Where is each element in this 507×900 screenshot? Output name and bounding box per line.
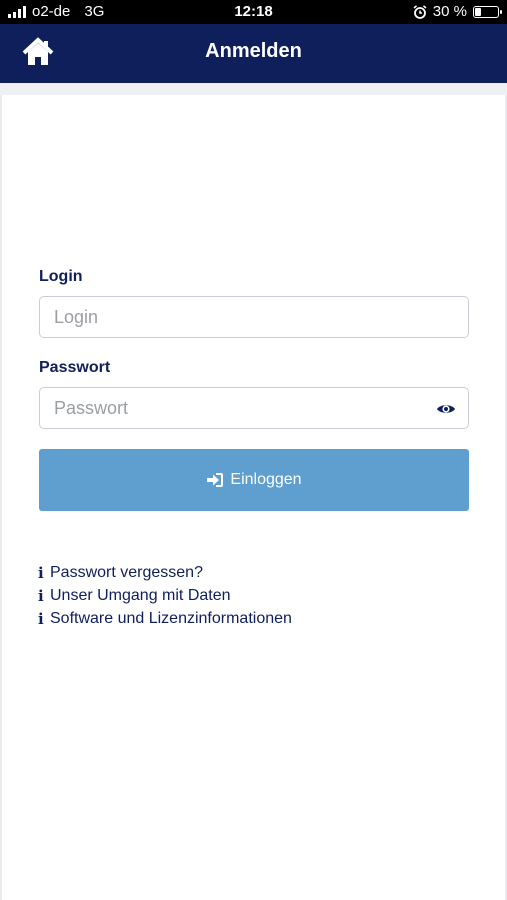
link-label: Unser Umgang mit Daten — [50, 586, 231, 604]
info-icon: i — [38, 586, 44, 605]
login-field-wrapper — [39, 296, 469, 338]
header-separator — [0, 83, 507, 95]
forgot-password-link[interactable]: i Passwort vergessen? — [38, 561, 292, 584]
page-title: Anmelden — [205, 40, 302, 62]
data-policy-link[interactable]: i Unser Umgang mit Daten — [38, 584, 292, 607]
status-bar: o2-de 3G 12:18 30 % — [0, 0, 507, 24]
password-input[interactable] — [40, 388, 468, 428]
battery-fill — [475, 7, 482, 16]
link-label: Software und Lizenzinformationen — [50, 609, 292, 627]
content-edge-left — [0, 95, 2, 900]
password-field-wrapper — [39, 387, 469, 429]
sign-in-icon — [207, 473, 224, 487]
login-button-label: Einloggen — [230, 471, 302, 488]
login-button[interactable]: Einloggen — [39, 449, 469, 511]
eye-icon — [437, 405, 455, 413]
password-label: Passwort — [39, 359, 111, 376]
link-label: Passwort vergessen? — [50, 563, 203, 581]
app-header: Anmelden — [0, 24, 507, 83]
info-icon: i — [38, 563, 44, 582]
battery-percent: 30 % — [432, 3, 467, 20]
info-links: i Passwort vergessen? i Unser Umgang mit… — [38, 561, 292, 630]
status-right: 30 % — [413, 3, 502, 20]
battery-icon — [473, 5, 502, 18]
login-label: Login — [39, 268, 83, 285]
info-icon: i — [38, 609, 44, 628]
license-info-link[interactable]: i Software und Lizenzinformationen — [38, 607, 292, 630]
login-input[interactable] — [40, 297, 468, 337]
show-password-button[interactable] — [436, 399, 456, 419]
alarm-icon — [413, 4, 427, 19]
